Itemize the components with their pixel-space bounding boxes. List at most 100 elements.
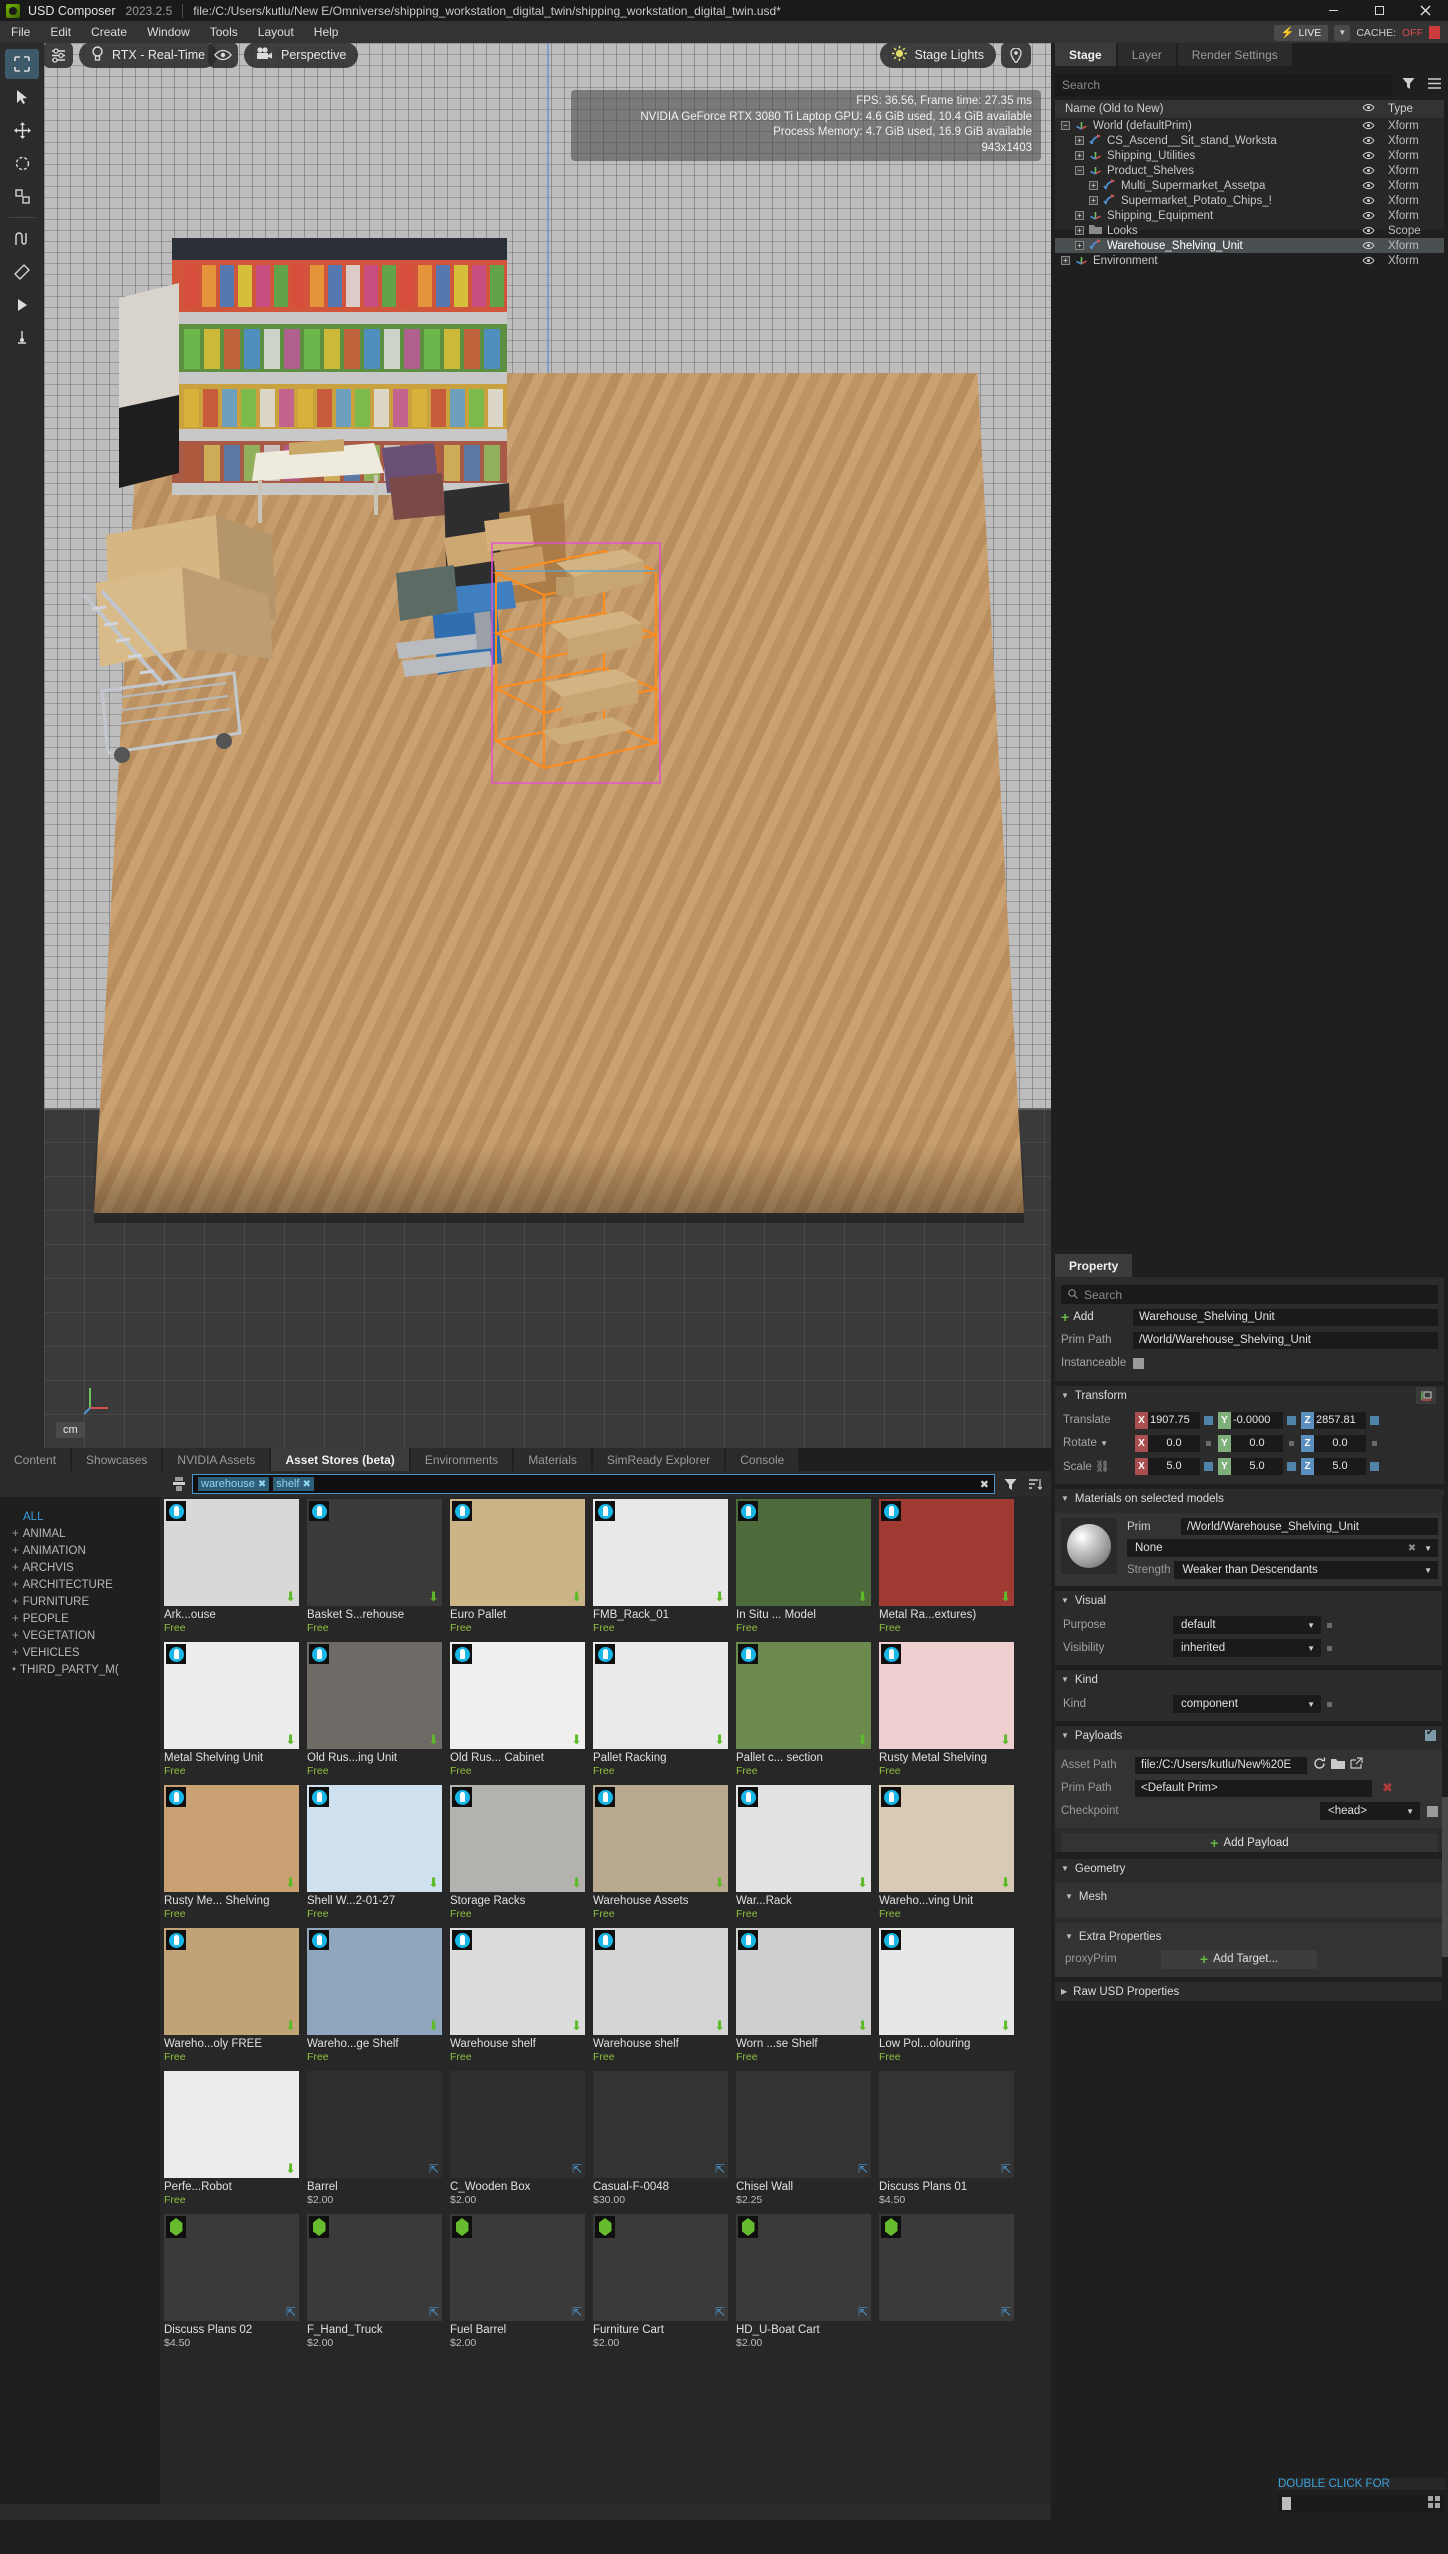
stage-row-environment[interactable]: + Environment Xform (1055, 253, 1444, 268)
transform-header[interactable]: ▼ Transform (1055, 1386, 1444, 1405)
asset-thumbnail[interactable]: ⇱ (593, 2071, 728, 2178)
menu-create[interactable]: Create (88, 24, 130, 40)
translate-x-keyframe-dot[interactable] (1204, 1415, 1213, 1425)
rotate-x-input[interactable]: 0.0 (1148, 1434, 1200, 1452)
open-external-icon[interactable]: ⇱ (715, 2306, 725, 2318)
asset-card[interactable]: ⬇ Ark...ouse Free (160, 1497, 303, 1640)
scrollbar-thumb[interactable] (1442, 1797, 1448, 1957)
asset-thumbnail[interactable]: ⇱ (307, 2071, 442, 2178)
search-tag-warehouse[interactable]: warehouse ✖ (198, 1477, 270, 1491)
translate-y-input[interactable]: -0.0000 (1231, 1411, 1283, 1429)
property-search-input[interactable]: Search (1061, 1285, 1438, 1304)
download-icon[interactable]: ⬇ (1000, 1876, 1011, 1889)
row-visibility-icon[interactable] (1354, 136, 1382, 145)
payload-prim-path-field[interactable]: <Default Prim> (1135, 1779, 1372, 1797)
download-icon[interactable]: ⬇ (285, 1733, 296, 1746)
expand-icon[interactable]: + (1061, 256, 1070, 265)
menu-window[interactable]: Window (144, 24, 193, 40)
asset-card[interactable]: ⬇ Wareho...oly FREE Free (160, 1926, 303, 2069)
rotate-y-dot[interactable] (1289, 1440, 1294, 1446)
remove-tag-icon[interactable]: ✖ (302, 1479, 310, 1490)
asset-thumbnail[interactable]: ⬇ (736, 1785, 871, 1892)
category-vehicles[interactable]: + VEHICLES (12, 1645, 160, 1662)
visibility-dot[interactable] (1327, 1645, 1332, 1651)
row-visibility-icon[interactable] (1354, 151, 1382, 160)
download-icon[interactable]: ⬇ (285, 1590, 296, 1603)
asset-thumbnail[interactable]: ⇱ (450, 2214, 585, 2321)
asset-thumbnail[interactable]: ⬇ (879, 1499, 1014, 1606)
download-icon[interactable]: ⬇ (285, 2162, 296, 2175)
row-visibility-icon[interactable] (1354, 166, 1382, 175)
lighting-button[interactable]: Stage Lights (879, 43, 996, 68)
rotate-tool[interactable] (5, 148, 39, 178)
stage-row-world-defaultprim[interactable]: − World (defaultPrim) Xform (1055, 118, 1444, 133)
stage-row-cs-ascend-sit-stand-worksta[interactable]: + CS_Ascend__Sit_stand_Worksta Xform (1055, 133, 1444, 148)
category-architecture[interactable]: + ARCHITECTURE (12, 1577, 160, 1594)
add-target-button[interactable]: + Add Target... (1161, 1949, 1317, 1969)
category-vegetation[interactable]: + VEGETATION (12, 1628, 160, 1645)
clear-search-icon[interactable]: ✖ (980, 1478, 989, 1491)
asset-card[interactable]: ⬇ Old Rus...ing Unit Free (303, 1640, 446, 1783)
translate-z-keyframe-dot[interactable] (1370, 1415, 1379, 1425)
collapse-icon[interactable]: − (1075, 166, 1084, 175)
download-icon[interactable]: ⬇ (1000, 1590, 1011, 1603)
browser-tab-showcases[interactable]: Showcases (72, 1448, 162, 1471)
material-preview[interactable] (1061, 1518, 1117, 1574)
raw-usd-header[interactable]: ▶ Raw USD Properties (1055, 1982, 1444, 2001)
asset-thumbnail[interactable]: ⬇ (307, 1642, 442, 1749)
strength-select[interactable]: Weaker than Descendants ▼ (1174, 1561, 1438, 1579)
open-external-icon[interactable]: ⇱ (572, 2163, 582, 2175)
column-type[interactable]: Type (1382, 103, 1444, 115)
asset-card[interactable]: ⬇ FMB_Rack_01 Free (589, 1497, 732, 1640)
asset-thumbnail[interactable]: ⬇ (450, 1785, 585, 1892)
asset-card[interactable]: ⬇ Warehouse shelf Free (589, 1926, 732, 2069)
slider-knob[interactable] (1282, 2497, 1291, 2510)
asset-thumbnail[interactable]: ⬇ (307, 1928, 442, 2035)
browser-filter-icon[interactable] (1000, 1473, 1020, 1495)
asset-card[interactable]: ⬇ Storage Racks Free (446, 1783, 589, 1926)
expand-icon[interactable]: + (1075, 151, 1084, 160)
stage-search-input[interactable]: Search (1055, 74, 1392, 96)
tab-layer[interactable]: Layer (1117, 43, 1176, 66)
instanceable-checkbox[interactable] (1133, 1357, 1144, 1369)
asset-card[interactable]: ⬇ Wareho...ving Unit Free (875, 1783, 1018, 1926)
browser-sort-icon[interactable] (1025, 1473, 1045, 1495)
menu-layout[interactable]: Layout (255, 24, 297, 40)
download-icon[interactable]: ⬇ (285, 1876, 296, 1889)
download-icon[interactable]: ⬇ (857, 2019, 868, 2032)
download-icon[interactable]: ⬇ (571, 2019, 582, 2032)
menu-tools[interactable]: Tools (207, 24, 241, 40)
open-external-icon[interactable]: ⇱ (572, 2306, 582, 2318)
row-visibility-icon[interactable] (1354, 256, 1382, 265)
browser-tab-asset-stores-beta[interactable]: Asset Stores (beta) (271, 1448, 409, 1471)
browser-search-input[interactable]: warehouse ✖ shelf ✖ ✖ (192, 1474, 995, 1494)
asset-card[interactable]: ⬇ Rusty Me... Shelving Free (160, 1783, 303, 1926)
open-external-icon[interactable]: ⇱ (429, 2163, 439, 2175)
checkpoint-select[interactable]: <head> ▼ (1320, 1802, 1420, 1820)
row-visibility-icon[interactable] (1354, 196, 1382, 205)
visual-header[interactable]: ▼ Visual (1055, 1591, 1444, 1610)
asset-card[interactable]: ⬇ Old Rus... Cabinet Free (446, 1640, 589, 1783)
asset-card[interactable]: ⬇ Metal Ra...extures) Free (875, 1497, 1018, 1640)
asset-grid-scrollbar[interactable] (1442, 1497, 1448, 2507)
asset-card[interactable]: ⬇ War...Rack Free (732, 1783, 875, 1926)
tab-stage[interactable]: Stage (1055, 43, 1116, 66)
live-button[interactable]: ⚡ LIVE (1273, 24, 1329, 41)
open-external-icon[interactable]: ⇱ (858, 2306, 868, 2318)
asset-thumbnail[interactable]: ⬇ (450, 1499, 585, 1606)
folder-icon[interactable] (1331, 1758, 1345, 1773)
rotate-y-input[interactable]: 0.0 (1231, 1434, 1283, 1452)
asset-card[interactable]: ⇱ Furniture Cart $2.00 (589, 2212, 732, 2355)
asset-card[interactable]: ⬇ Warehouse shelf Free (446, 1926, 589, 2069)
asset-thumbnail[interactable]: ⇱ (736, 2214, 871, 2321)
asset-thumbnail[interactable]: ⬇ (164, 2071, 299, 2178)
asset-thumbnail[interactable]: ⇱ (593, 2214, 728, 2321)
asset-thumbnail[interactable]: ⇱ (164, 2214, 299, 2321)
scale-z-input[interactable]: 5.0 (1314, 1457, 1366, 1475)
stage-row-shipping-equipment[interactable]: + Shipping_Equipment Xform (1055, 208, 1444, 223)
asset-card[interactable]: ⬇ Low Pol...olouring Free (875, 1926, 1018, 2069)
row-visibility-icon[interactable] (1354, 211, 1382, 220)
checkpoint-checkbox[interactable] (1427, 1805, 1438, 1817)
clear-material-icon[interactable]: ✖ (1408, 1543, 1416, 1554)
asset-thumbnail[interactable]: ⬇ (593, 1928, 728, 2035)
